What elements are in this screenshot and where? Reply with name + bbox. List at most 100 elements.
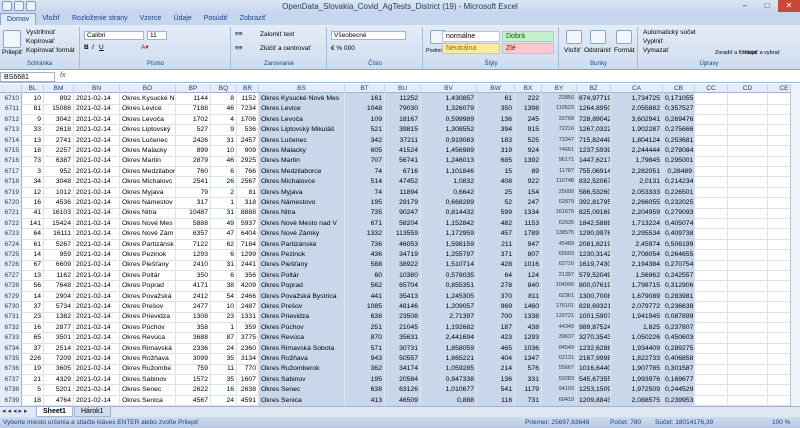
cell[interactable]: 34719 bbox=[385, 249, 421, 260]
cell[interactable]: 317 bbox=[176, 197, 211, 208]
cell[interactable] bbox=[728, 342, 768, 354]
cell[interactable] bbox=[728, 311, 768, 323]
cell[interactable]: 38 bbox=[211, 280, 237, 292]
cell[interactable]: 2021-02-14 bbox=[74, 124, 120, 136]
cell[interactable]: Okres Rožňava bbox=[120, 353, 176, 364]
cell[interactable]: 65 bbox=[22, 332, 44, 344]
cell[interactable]: 1,059285 bbox=[421, 363, 477, 375]
cell[interactable]: 1,798715 bbox=[611, 280, 663, 292]
cell[interactable]: 5734 bbox=[44, 301, 74, 312]
cell[interactable]: 0,269476 bbox=[663, 113, 695, 125]
cell[interactable]: 922 bbox=[515, 176, 542, 188]
cell[interactable]: 4764 bbox=[44, 394, 74, 406]
row-header[interactable]: 6717 bbox=[0, 165, 22, 177]
cell[interactable]: 67 bbox=[22, 259, 44, 271]
tab-6[interactable]: Zobraziť bbox=[234, 13, 272, 25]
cell[interactable]: 0,283981 bbox=[663, 290, 695, 302]
cell[interactable]: 807 bbox=[515, 249, 542, 260]
cell[interactable]: 4536 bbox=[44, 197, 74, 208]
cell[interactable]: 133721 bbox=[542, 311, 577, 323]
cell[interactable]: 247 bbox=[515, 197, 542, 208]
cell[interactable]: 0,239953 bbox=[663, 394, 695, 406]
cell[interactable]: 2877 bbox=[44, 321, 74, 333]
cell[interactable]: Okres Nové Zámky bbox=[259, 228, 345, 240]
cell[interactable]: 59283 bbox=[542, 373, 577, 385]
cell[interactable]: 1,430857 bbox=[421, 93, 477, 104]
cell[interactable] bbox=[728, 373, 768, 385]
cell[interactable]: 62879 bbox=[542, 197, 577, 208]
cell[interactable] bbox=[728, 249, 768, 260]
cell[interactable]: 24 bbox=[211, 394, 237, 406]
cell[interactable]: 2167,999871 bbox=[577, 353, 611, 364]
tab-2[interactable]: Rozloženie strany bbox=[66, 13, 134, 25]
cell[interactable]: Okres Nitra bbox=[120, 207, 176, 219]
cell[interactable] bbox=[728, 145, 768, 156]
cell[interactable]: Okres Púchov bbox=[259, 321, 345, 333]
cell[interactable] bbox=[695, 280, 728, 292]
cell[interactable]: 64 bbox=[22, 228, 44, 240]
cell[interactable]: 64 bbox=[477, 269, 515, 281]
cell[interactable]: 5 bbox=[22, 384, 44, 396]
cell[interactable]: 74661 bbox=[542, 145, 577, 156]
cell[interactable]: 2081,821979 bbox=[577, 238, 611, 250]
cell[interactable]: 2412 bbox=[176, 290, 211, 302]
cell[interactable]: 576 bbox=[515, 363, 542, 375]
cell[interactable]: 5888 bbox=[176, 217, 211, 229]
minimize-icon[interactable]: – bbox=[734, 0, 756, 12]
cell[interactable] bbox=[728, 207, 768, 219]
cell[interactable] bbox=[695, 176, 728, 188]
cell[interactable]: 2021-02-14 bbox=[74, 238, 120, 250]
cell[interactable]: 2021-02-14 bbox=[74, 186, 120, 198]
row-header[interactable]: 6736 bbox=[0, 363, 22, 375]
column-header[interactable]: BQ bbox=[211, 84, 237, 93]
cell[interactable]: 79030 bbox=[385, 103, 421, 115]
cell[interactable]: 0,855351 bbox=[421, 280, 477, 292]
cell[interactable]: 3042 bbox=[44, 113, 74, 125]
cell[interactable]: 2 bbox=[211, 186, 237, 198]
cell[interactable]: 1237,593925 bbox=[577, 145, 611, 156]
cell[interactable] bbox=[728, 228, 768, 240]
cell[interactable]: Okres Rožňava bbox=[259, 353, 345, 364]
cell[interactable]: 1,804124 bbox=[611, 134, 663, 146]
cell[interactable]: 1,245305 bbox=[421, 290, 477, 302]
cell[interactable]: 840 bbox=[515, 280, 542, 292]
cell[interactable]: 1332 bbox=[345, 228, 385, 240]
wrap-text-button[interactable]: Zalomiť text bbox=[260, 31, 294, 39]
cell[interactable]: 1293 bbox=[176, 249, 211, 260]
cell[interactable]: 1293 bbox=[515, 332, 542, 344]
cell[interactable]: 731 bbox=[515, 394, 542, 406]
cell[interactable]: 1,456989 bbox=[421, 145, 477, 156]
cell[interactable]: 2021-02-14 bbox=[74, 207, 120, 219]
cell[interactable]: 1,598159 bbox=[421, 238, 477, 250]
cell[interactable]: Okres Prievidza bbox=[259, 311, 345, 323]
cell[interactable]: Okres Piešťany bbox=[120, 259, 176, 271]
cell[interactable] bbox=[695, 93, 728, 104]
cell[interactable]: 536 bbox=[237, 124, 259, 136]
cell[interactable]: 46509 bbox=[385, 394, 421, 406]
cell[interactable]: 1,713224 bbox=[611, 217, 663, 229]
cell[interactable]: 0,888 bbox=[421, 394, 477, 406]
cell[interactable] bbox=[695, 207, 728, 219]
cell[interactable]: 1392 bbox=[515, 155, 542, 167]
cell[interactable]: 73 bbox=[22, 155, 44, 167]
cell[interactable]: 62131 bbox=[542, 353, 577, 364]
cell[interactable]: 16103 bbox=[44, 207, 74, 219]
cell[interactable]: 4329 bbox=[44, 373, 74, 385]
cell[interactable]: 0,28489 bbox=[663, 165, 695, 177]
cell[interactable]: 94193 bbox=[542, 384, 577, 396]
cell[interactable]: 10380 bbox=[385, 269, 421, 281]
cell[interactable]: 1016 bbox=[515, 259, 542, 271]
cell[interactable]: 54 bbox=[211, 290, 237, 302]
cell[interactable]: 909 bbox=[237, 145, 259, 156]
cell[interactable] bbox=[695, 321, 728, 333]
row-header[interactable]: 6729 bbox=[0, 290, 22, 302]
cell[interactable]: Okres Levoča bbox=[259, 113, 345, 125]
cell[interactable] bbox=[695, 165, 728, 177]
cell[interactable]: 5937 bbox=[237, 217, 259, 229]
cell[interactable]: 35413 bbox=[385, 290, 421, 302]
cell[interactable]: 2457 bbox=[237, 134, 259, 146]
cell[interactable]: Okres Prešov bbox=[259, 301, 345, 312]
cell[interactable]: 87 bbox=[211, 332, 237, 344]
column-header[interactable]: BR bbox=[237, 84, 259, 93]
cell[interactable]: 2,079772 bbox=[611, 301, 663, 312]
